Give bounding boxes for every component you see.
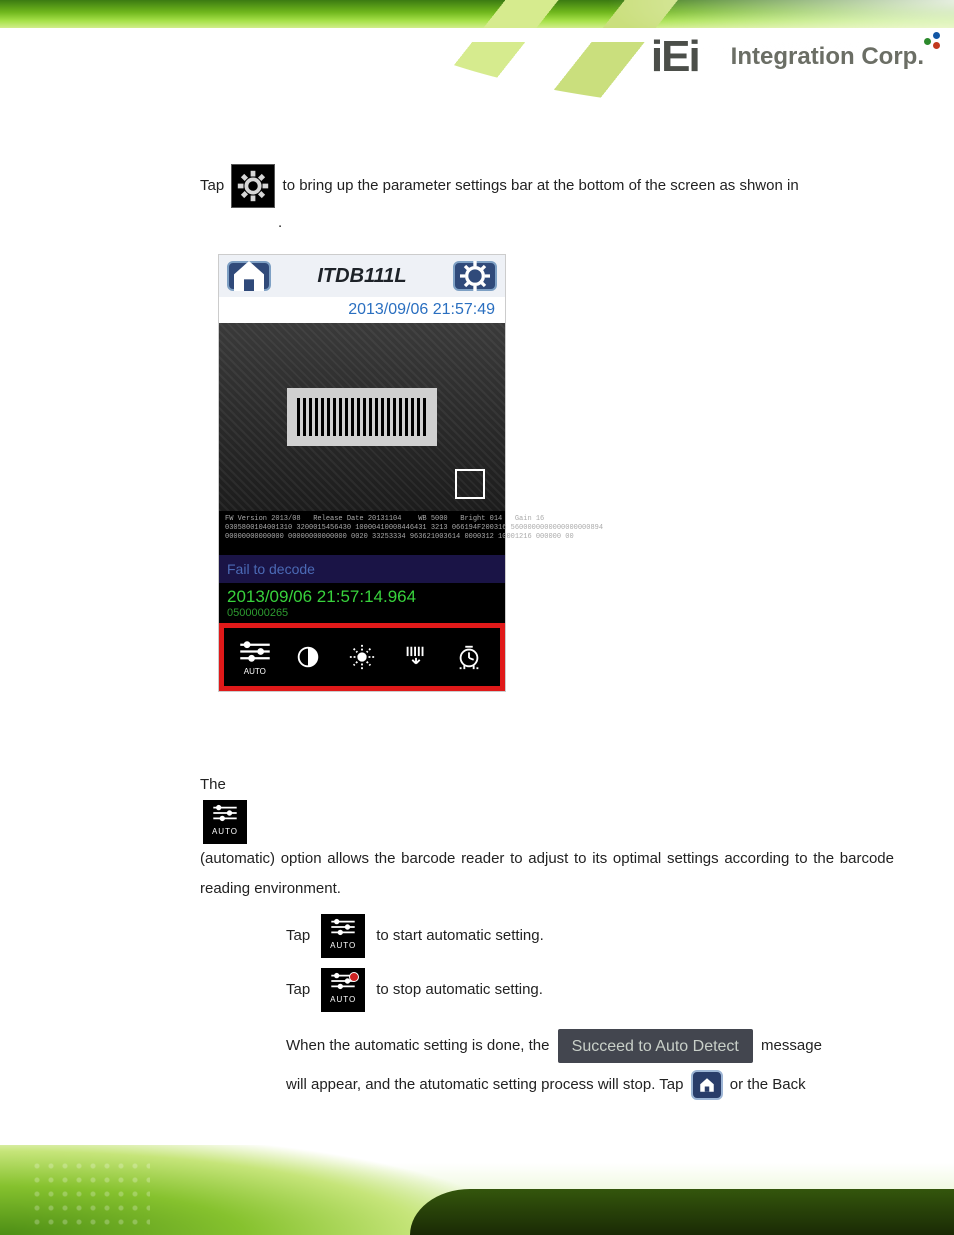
fullscreen-icon xyxy=(455,469,485,499)
steps-list: Tap AUTO to start automatic setting. Tap… xyxy=(286,914,894,1104)
shot-title: ITDB111L xyxy=(271,265,453,288)
logo-dots-icon xyxy=(924,30,942,48)
shot-success-block: 2013/09/06 21:57:14.964 0500000265 xyxy=(219,583,505,623)
toolbar-timer-icon xyxy=(450,638,488,676)
header-banner xyxy=(0,0,954,30)
text: The xyxy=(200,776,226,793)
toolbar-auto-icon: AUTO xyxy=(236,638,274,676)
auto-sliders-icon: AUTO xyxy=(203,800,247,844)
auto-sliders-stop-icon: AUTO xyxy=(321,968,365,1012)
auto-icon-label: AUTO xyxy=(212,824,238,840)
text: Tap xyxy=(286,921,310,951)
shot-parameter-toolbar: AUTO xyxy=(219,623,505,691)
text: to stop automatic setting. xyxy=(376,975,543,1005)
text: When the automatic setting is done, the xyxy=(286,1037,554,1054)
home-icon xyxy=(227,261,271,291)
figure-screenshot: ITDB111L 2013/09/06 21:57:49 FW Version … xyxy=(218,254,506,692)
barcode-icon xyxy=(287,388,437,446)
step-3: When the automatic setting is done, the … xyxy=(286,1026,894,1104)
toolbar-width-icon xyxy=(397,638,435,676)
text: Tap xyxy=(286,975,310,1005)
paragraph-2: The AUTO (automatic) option allows the b… xyxy=(200,770,894,904)
text: Tap xyxy=(200,177,228,194)
shot-header-bar: ITDB111L xyxy=(219,255,505,297)
text: message xyxy=(761,1037,822,1054)
shot-metadata: FW Version 2013/08 Release Date 20131104… xyxy=(219,511,505,555)
text: to bring up the parameter settings bar a… xyxy=(283,177,799,194)
page-content: Tap to bring up the parameter settings b… xyxy=(0,140,954,1118)
auto-icon-label: AUTO xyxy=(330,992,356,1008)
paragraph-1-cont: . xyxy=(200,208,894,238)
shot-success-time: 2013/09/06 21:57:14.964 xyxy=(227,587,497,607)
home-icon xyxy=(691,1070,723,1100)
text: will appear, and the atutomatic setting … xyxy=(286,1076,688,1093)
succeed-auto-detect-badge: Succeed to Auto Detect xyxy=(558,1029,753,1063)
text: . xyxy=(278,214,282,231)
footer-banner xyxy=(0,1145,954,1235)
shot-fail-message: Fail to decode xyxy=(219,555,505,583)
auto-icon-label: AUTO xyxy=(330,938,356,954)
step-2: Tap AUTO to stop automatic setting. xyxy=(286,968,894,1012)
brand-logo: iEi Integration Corp. xyxy=(651,32,924,82)
paragraph-1: Tap to bring up the parameter settings b… xyxy=(200,164,894,208)
auto-sliders-icon: AUTO xyxy=(321,914,365,958)
toolbar-contrast-icon xyxy=(289,638,327,676)
stop-dot-icon xyxy=(349,972,359,982)
text: or the Back xyxy=(730,1076,806,1093)
shot-camera-view xyxy=(219,323,505,511)
text: (automatic) option allows the barcode re… xyxy=(200,850,894,897)
logo-tagline: Integration Corp. xyxy=(731,43,924,71)
toolbar-brightness-icon xyxy=(343,638,381,676)
settings-chip-icon xyxy=(453,261,497,291)
logo-mark: iEi xyxy=(651,32,699,82)
text: to start automatic setting. xyxy=(376,921,544,951)
shot-success-code: 0500000265 xyxy=(227,607,497,619)
step-1: Tap AUTO to start automatic setting. xyxy=(286,914,894,958)
shot-timestamp: 2013/09/06 21:57:49 xyxy=(219,297,505,323)
toolbar-auto-label: AUTO xyxy=(244,667,266,676)
gear-icon xyxy=(231,164,275,208)
